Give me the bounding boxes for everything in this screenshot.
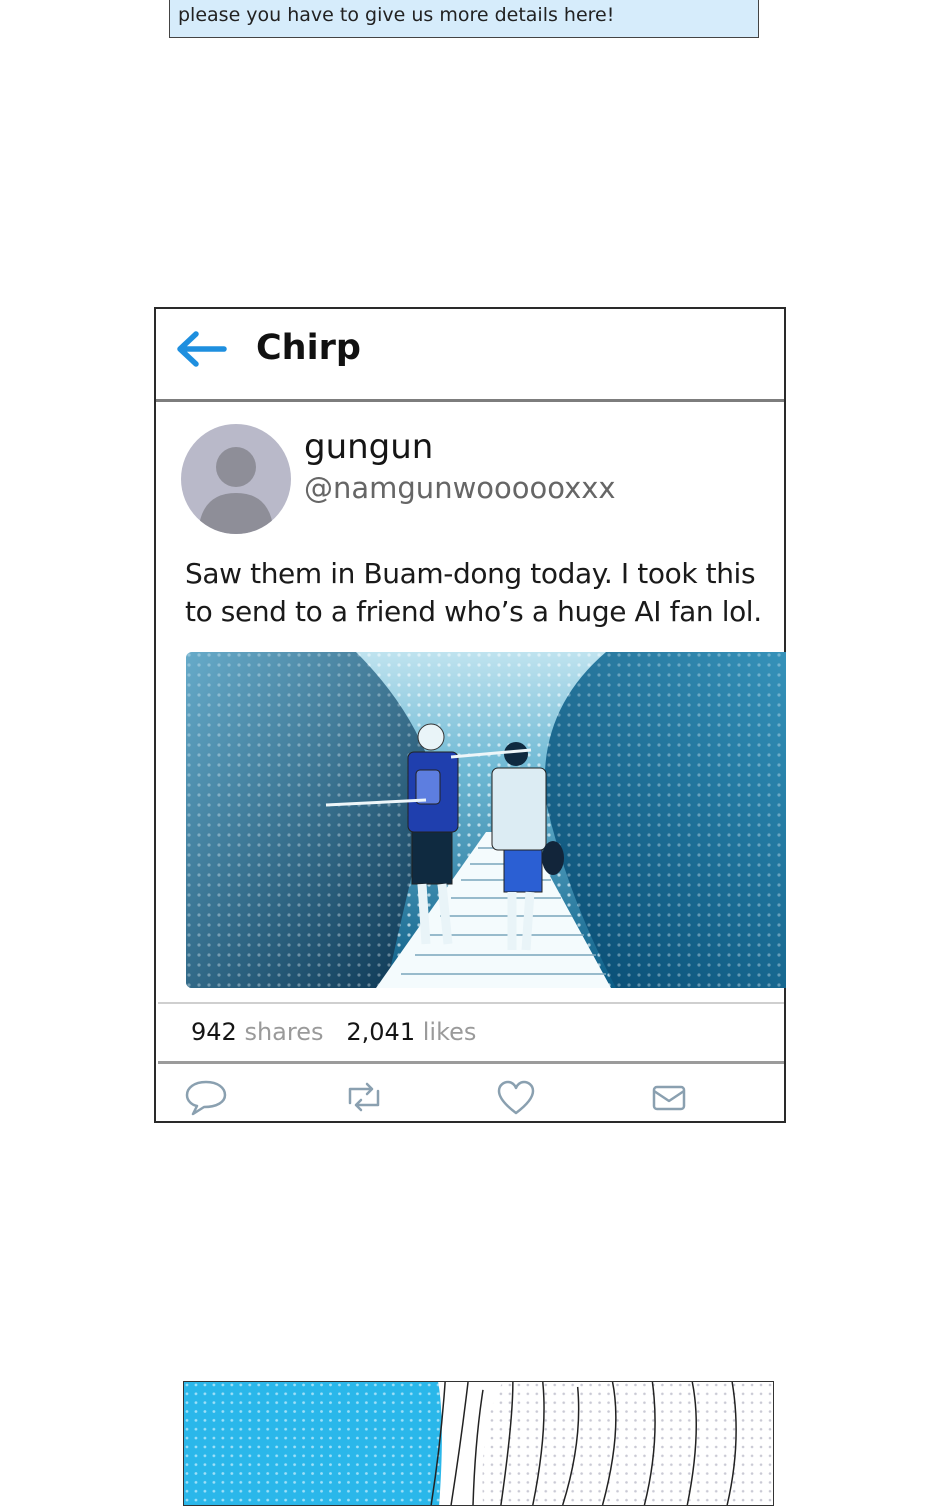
retweet-icon[interactable]: [342, 1077, 386, 1117]
comic-panel: [183, 1381, 774, 1506]
comment-text: please you have to give us more details …: [178, 4, 615, 26]
app-title: Chirp: [256, 328, 361, 368]
divider: [158, 1061, 784, 1064]
message-icon[interactable]: [648, 1077, 692, 1117]
likes-count[interactable]: 2,041: [346, 1018, 415, 1046]
back-arrow-icon[interactable]: [174, 329, 230, 369]
user-handle[interactable]: @namgunwoooooxxx: [304, 471, 616, 505]
post-photo[interactable]: [186, 652, 786, 988]
shares-label: shares: [244, 1018, 324, 1046]
divider: [158, 1002, 784, 1004]
shares-count[interactable]: 942: [191, 1018, 237, 1046]
avatar[interactable]: [180, 423, 292, 535]
post-text: Saw them in Buam-dong today. I took this…: [185, 557, 762, 628]
reply-icon[interactable]: [184, 1077, 228, 1117]
app-header: Chirp: [156, 309, 784, 402]
display-name[interactable]: gungun: [304, 427, 433, 467]
post-card: Chirp gungun @namgunwoooooxxx Saw them i…: [154, 307, 786, 1123]
post-stats: 942 shares 2,041 likes: [191, 1018, 476, 1046]
like-icon[interactable]: [494, 1077, 538, 1117]
likes-label: likes: [422, 1018, 477, 1046]
comment-box: please you have to give us more details …: [169, 0, 759, 38]
